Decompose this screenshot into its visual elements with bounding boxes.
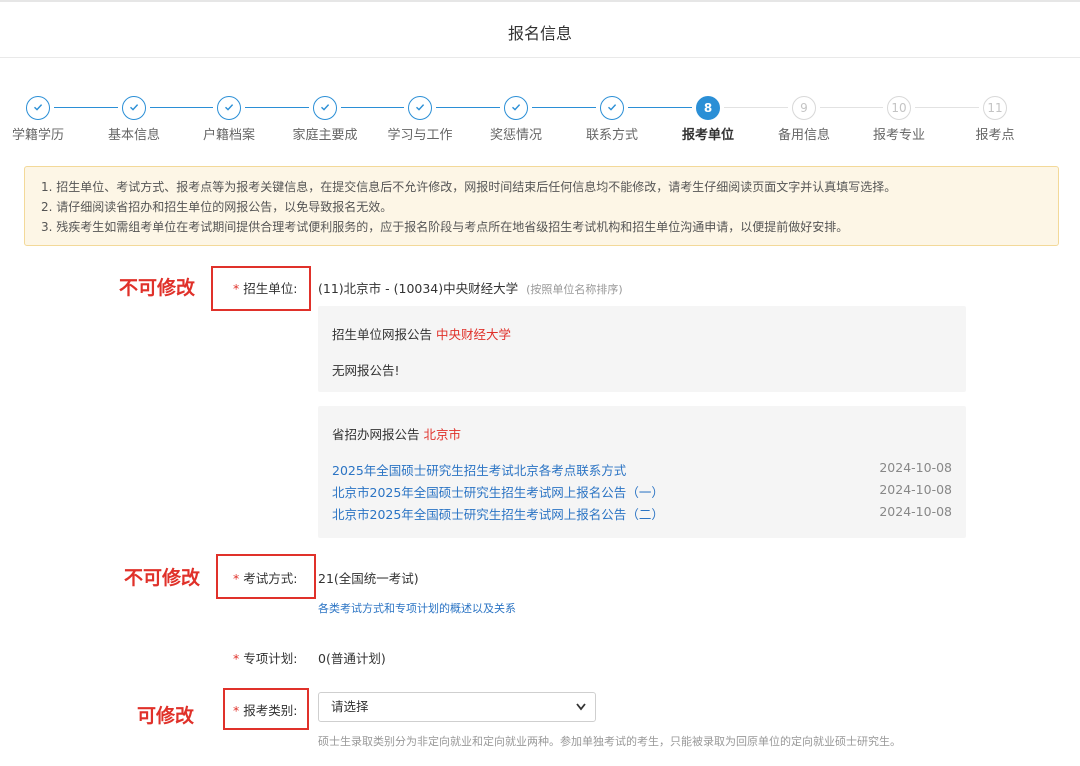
province-notice-date-2: 2024-10-08 (879, 482, 952, 497)
step-number: 9 (800, 101, 808, 115)
unit-notice-title-highlight: 中央财经大学 (436, 327, 512, 342)
step-connector (436, 107, 500, 108)
step-circle-7[interactable] (600, 96, 624, 120)
step-label-3: 户籍档案 (202, 128, 255, 143)
province-notice-panel: 省招办网报公告 北京市 2025年全国硕士研究生招生考试北京各考点联系方式 202… (318, 406, 966, 538)
special-plan-label-text: 专项计划: (243, 651, 298, 666)
step-connector (54, 107, 118, 108)
step-label-8: 报考单位 (681, 128, 734, 143)
step-circle-9: 9 (792, 96, 816, 120)
step-connector (628, 107, 692, 108)
unit-notice-panel: 招生单位网报公告 中央财经大学 无网报公告! (318, 306, 966, 392)
category-label: * 报考类别: (233, 700, 297, 719)
step-label-1: 学籍学历 (11, 128, 64, 143)
required-star: * (233, 571, 240, 586)
category-label-text: 报考类别: (243, 703, 298, 718)
step-circle-5[interactable] (408, 96, 432, 120)
category-select-value: 请选择 (331, 699, 369, 714)
annotation-editable: 可修改 (137, 705, 195, 727)
check-icon (223, 101, 235, 115)
step-connector (820, 107, 883, 108)
province-notice-link-2[interactable]: 北京市2025年全国硕士研究生招生考试网上报名公告（一） (332, 482, 664, 501)
step-circle-1[interactable] (26, 96, 50, 120)
page-title: 报名信息 (507, 24, 572, 43)
step-number: 11 (987, 101, 1003, 115)
exam-mode-label: * 考试方式: (233, 568, 297, 587)
province-notice-title: 省招办网报公告 北京市 (332, 424, 461, 443)
step-circle-2[interactable] (122, 96, 146, 120)
step-number: 8 (703, 101, 713, 115)
step-label-6: 奖惩情况 (489, 128, 542, 143)
check-icon (414, 101, 426, 115)
notice-line-3: 3. 残疾考生如需组考单位在考试期间提供合理考试便利服务的，应于报名阶段与考点所… (41, 220, 849, 234)
step-progress: 学籍学历 基本信息 户籍档案 家庭主要成 学习与工作 奖惩情况 联系方式 8 报考单位 9 备用信息… (12, 96, 1060, 146)
notice-box: 1. 招生单位、考试方式、报考点等为报考关键信息，在提交信息后不允许修改，网报时… (24, 166, 1059, 246)
top-bar: 报名信息 (0, 0, 1080, 58)
notice-line-1: 1. 招生单位、考试方式、报考点等为报考关键信息，在提交信息后不允许修改，网报时… (41, 180, 897, 194)
province-notice-date-1: 2024-10-08 (879, 460, 952, 475)
province-notice-title-text: 省招办网报公告 (332, 427, 420, 442)
exam-mode-value: 21(全国统一考试) (318, 571, 419, 586)
special-plan-value: 0(普通计划) (318, 651, 386, 666)
unit-value-text: (11)北京市 - (10034)中央财经大学 (318, 281, 519, 296)
check-icon (510, 101, 522, 115)
check-icon (319, 101, 331, 115)
check-icon (128, 101, 140, 115)
province-notice-title-highlight: 北京市 (423, 427, 462, 442)
chevron-down-icon (575, 693, 587, 732)
province-notice-date-3: 2024-10-08 (879, 504, 952, 519)
unit-label: * 招生单位: (233, 278, 297, 297)
step-label-7: 联系方式 (585, 128, 638, 143)
check-icon (32, 101, 44, 115)
step-connector (915, 107, 979, 108)
step-circle-8[interactable]: 8 (696, 96, 720, 120)
step-label-4: 家庭主要成 (292, 128, 358, 143)
unit-notice-empty: 无网报公告! (332, 363, 400, 378)
unit-notice-title: 招生单位网报公告 中央财经大学 (332, 324, 511, 343)
step-circle-11: 11 (983, 96, 1007, 120)
required-star: * (233, 281, 240, 296)
notice-line-2: 2. 请仔细阅读省招办和招生单位的网报公告，以免导致报名无效。 (41, 200, 393, 214)
step-label-11: 报考点 (975, 128, 1015, 143)
unit-value: (11)北京市 - (10034)中央财经大学 (按照单位名称排序) (318, 278, 623, 297)
category-select[interactable]: 请选择 (318, 692, 596, 722)
step-circle-6[interactable] (504, 96, 528, 120)
step-connector (532, 107, 596, 108)
unit-sort-hint: (按照单位名称排序) (526, 283, 623, 296)
annotation-not-editable-unit: 不可修改 (119, 277, 196, 299)
exam-mode-label-text: 考试方式: (243, 571, 298, 586)
step-connector (245, 107, 309, 108)
required-star: * (233, 703, 240, 718)
step-label-5: 学习与工作 (387, 128, 453, 143)
province-notice-link-1[interactable]: 2025年全国硕士研究生招生考试北京各考点联系方式 (332, 460, 626, 479)
unit-label-text: 招生单位: (243, 281, 298, 296)
step-label-9: 备用信息 (777, 128, 830, 143)
step-label-2: 基本信息 (107, 128, 160, 143)
step-label-10: 报考专业 (872, 128, 925, 143)
annotation-not-editable-exam: 不可修改 (124, 567, 201, 589)
province-notice-link-3[interactable]: 北京市2025年全国硕士研究生招生考试网上报名公告（二） (332, 504, 664, 523)
category-hint: 硕士生录取类别分为非定向就业和定向就业两种。参加单独考试的考生，只能被录取为回原… (318, 735, 901, 748)
exam-mode-overview-link[interactable]: 各类考试方式和专项计划的概述以及关系 (318, 600, 516, 616)
check-icon (606, 101, 618, 115)
unit-notice-title-text: 招生单位网报公告 (332, 327, 433, 342)
step-circle-4[interactable] (313, 96, 337, 120)
step-connector (341, 107, 404, 108)
step-number: 10 (891, 101, 907, 115)
step-connector (724, 107, 788, 108)
step-circle-3[interactable] (217, 96, 241, 120)
special-plan-label: * 专项计划: (233, 648, 297, 667)
step-circle-10: 10 (887, 96, 911, 120)
step-connector (150, 107, 213, 108)
required-star: * (233, 651, 240, 666)
